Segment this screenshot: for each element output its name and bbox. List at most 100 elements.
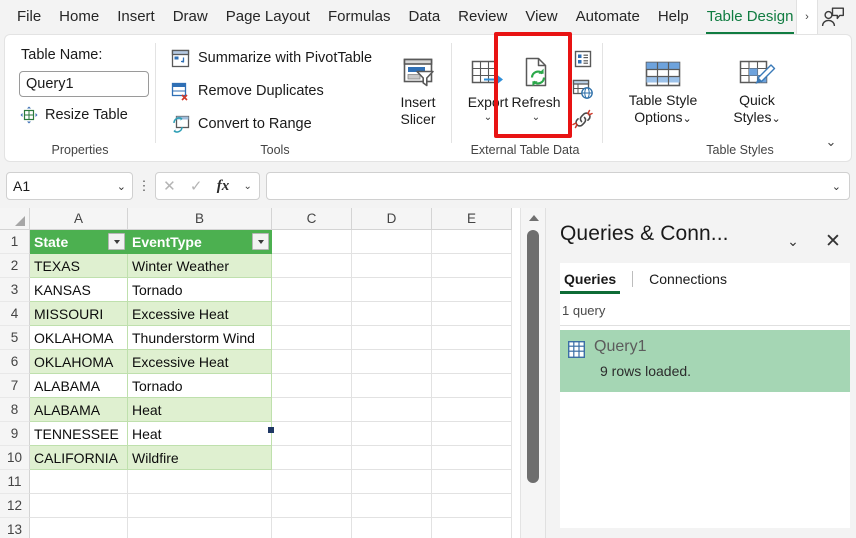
column-header-c[interactable]: C [272, 208, 352, 230]
queries-pane-chevron-down-icon[interactable]: ⌄ [782, 230, 804, 252]
column-header-e[interactable]: E [432, 208, 512, 230]
cell-c10[interactable] [272, 446, 352, 470]
cell-e3[interactable] [432, 278, 512, 302]
cell-b4[interactable]: Excessive Heat [128, 302, 272, 326]
cell-a12[interactable] [30, 494, 128, 518]
cell-c2[interactable] [272, 254, 352, 278]
cell-a6[interactable]: OKLAHOMA [30, 350, 128, 374]
cell-b3[interactable]: Tornado [128, 278, 272, 302]
tab-overflow-chevron[interactable]: › [796, 0, 818, 34]
cell-b7[interactable]: Tornado [128, 374, 272, 398]
cell-e1[interactable] [432, 230, 512, 254]
cell-c5[interactable] [272, 326, 352, 350]
cell-a1[interactable]: State [30, 230, 128, 254]
quick-styles-chevron-down-icon[interactable]: ⌄ [771, 113, 780, 125]
tab-help[interactable]: Help [649, 3, 698, 31]
cell-d2[interactable] [352, 254, 432, 278]
convert-to-range-button[interactable]: Convert to Range [169, 113, 312, 135]
tab-queries[interactable]: Queries [560, 264, 620, 294]
tab-page-layout[interactable]: Page Layout [217, 3, 319, 31]
row-header-11[interactable]: 11 [0, 470, 30, 494]
formula-expand-chevron-down-icon[interactable]: ⌄ [832, 180, 841, 193]
row-header-6[interactable]: 6 [0, 350, 30, 374]
cell-b13[interactable] [128, 518, 272, 538]
row-header-4[interactable]: 4 [0, 302, 30, 326]
formula-bar-drag-handle[interactable]: ⋮ [139, 177, 149, 195]
row-header-9[interactable]: 9 [0, 422, 30, 446]
cell-d10[interactable] [352, 446, 432, 470]
queries-pane-close-icon[interactable]: ✕ [821, 229, 845, 253]
cell-e4[interactable] [432, 302, 512, 326]
filter-dropdown-icon-state[interactable] [108, 233, 125, 250]
tab-automate[interactable]: Automate [567, 3, 649, 31]
name-box[interactable]: A1 ⌄ [6, 172, 133, 200]
filter-dropdown-icon-eventtype[interactable] [252, 233, 269, 250]
vertical-scrollbar[interactable] [520, 208, 545, 538]
cell-c1[interactable] [272, 230, 352, 254]
select-all-corner[interactable] [0, 208, 30, 230]
cell-d6[interactable] [352, 350, 432, 374]
cell-d4[interactable] [352, 302, 432, 326]
cell-d5[interactable] [352, 326, 432, 350]
cell-c11[interactable] [272, 470, 352, 494]
cell-a4[interactable]: MISSOURI [30, 302, 128, 326]
table-style-options-button[interactable]: Table Style Options⌄ [615, 47, 711, 128]
cell-d7[interactable] [352, 374, 432, 398]
tab-table-design[interactable]: Table Design [698, 3, 803, 31]
formula-input[interactable]: ⌄ [266, 172, 850, 200]
row-header-12[interactable]: 12 [0, 494, 30, 518]
table-name-input[interactable] [19, 71, 149, 97]
remove-duplicates-button[interactable]: Remove Duplicates [169, 80, 324, 102]
formula-fx-chevron-down-icon[interactable]: ⌄ [243, 181, 251, 192]
tab-view[interactable]: View [516, 3, 566, 31]
cell-c8[interactable] [272, 398, 352, 422]
tab-draw[interactable]: Draw [164, 3, 217, 31]
row-header-7[interactable]: 7 [0, 374, 30, 398]
refresh-chevron-down-icon[interactable]: ⌄ [532, 112, 540, 123]
name-box-chevron-down-icon[interactable]: ⌄ [117, 180, 126, 193]
tab-connections[interactable]: Connections [645, 264, 731, 294]
cell-e12[interactable] [432, 494, 512, 518]
vertical-scrollbar-thumb[interactable] [527, 230, 539, 483]
row-header-8[interactable]: 8 [0, 398, 30, 422]
cell-e10[interactable] [432, 446, 512, 470]
export-chevron-down-icon[interactable]: ⌄ [484, 112, 492, 123]
cell-c9[interactable] [272, 422, 352, 446]
column-header-b[interactable]: B [128, 208, 272, 230]
cell-b5[interactable]: Thunderstorm Wind [128, 326, 272, 350]
table-resize-handle[interactable] [268, 427, 274, 433]
properties-icon[interactable] [571, 47, 595, 71]
table-style-options-chevron-down-icon[interactable]: ⌄ [683, 113, 692, 125]
cell-d12[interactable] [352, 494, 432, 518]
cell-c13[interactable] [272, 518, 352, 538]
cell-c6[interactable] [272, 350, 352, 374]
query-list-item-query1[interactable]: Query1 9 rows loaded. [560, 330, 850, 392]
cell-a5[interactable]: OKLAHOMA [30, 326, 128, 350]
tab-review[interactable]: Review [449, 3, 516, 31]
cell-b2[interactable]: Winter Weather [128, 254, 272, 278]
cell-b10[interactable]: Wildfire [128, 446, 272, 470]
row-header-5[interactable]: 5 [0, 326, 30, 350]
insert-slicer-button[interactable]: Insert Slicer [387, 49, 449, 128]
cell-e6[interactable] [432, 350, 512, 374]
cell-d11[interactable] [352, 470, 432, 494]
cell-c3[interactable] [272, 278, 352, 302]
cell-c7[interactable] [272, 374, 352, 398]
cell-d1[interactable] [352, 230, 432, 254]
cell-d13[interactable] [352, 518, 432, 538]
refresh-button[interactable]: Refresh ⌄ [505, 49, 567, 123]
cell-a3[interactable]: KANSAS [30, 278, 128, 302]
tab-insert[interactable]: Insert [108, 3, 164, 31]
confirm-check-icon[interactable]: ✓ [190, 177, 203, 195]
row-header-13[interactable]: 13 [0, 518, 30, 538]
cell-d9[interactable] [352, 422, 432, 446]
share-person-icon[interactable] [816, 3, 850, 31]
cell-e11[interactable] [432, 470, 512, 494]
cell-d3[interactable] [352, 278, 432, 302]
ribbon-collapse-chevron-down-icon[interactable]: ⌄ [821, 133, 841, 151]
cell-c12[interactable] [272, 494, 352, 518]
row-header-2[interactable]: 2 [0, 254, 30, 278]
resize-table-button[interactable]: Resize Table [19, 105, 128, 125]
cell-c4[interactable] [272, 302, 352, 326]
column-header-d[interactable]: D [352, 208, 432, 230]
